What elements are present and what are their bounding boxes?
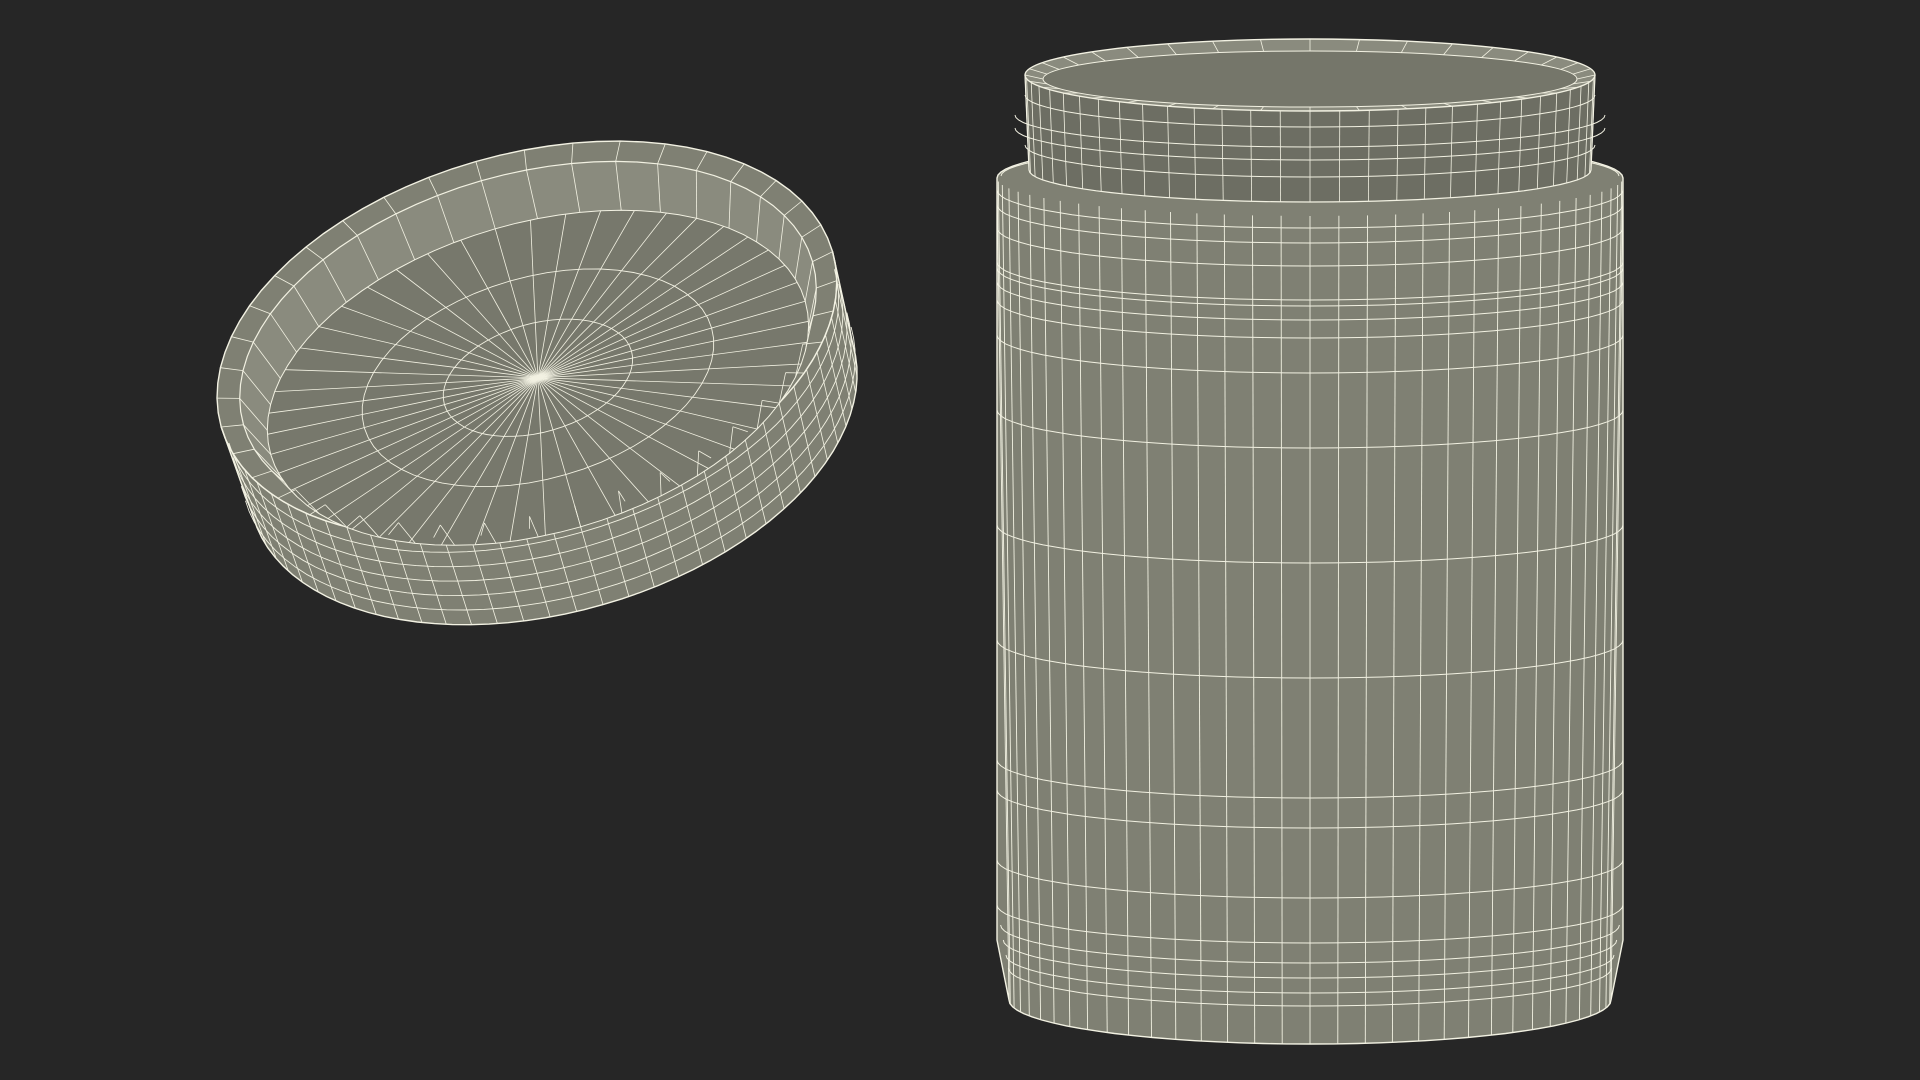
render-viewport[interactable] — [0, 0, 1920, 1080]
jar-body-model — [996, 38, 1624, 1045]
jar-opening-inner — [1042, 50, 1578, 108]
wireframe-scene — [0, 0, 1920, 1080]
